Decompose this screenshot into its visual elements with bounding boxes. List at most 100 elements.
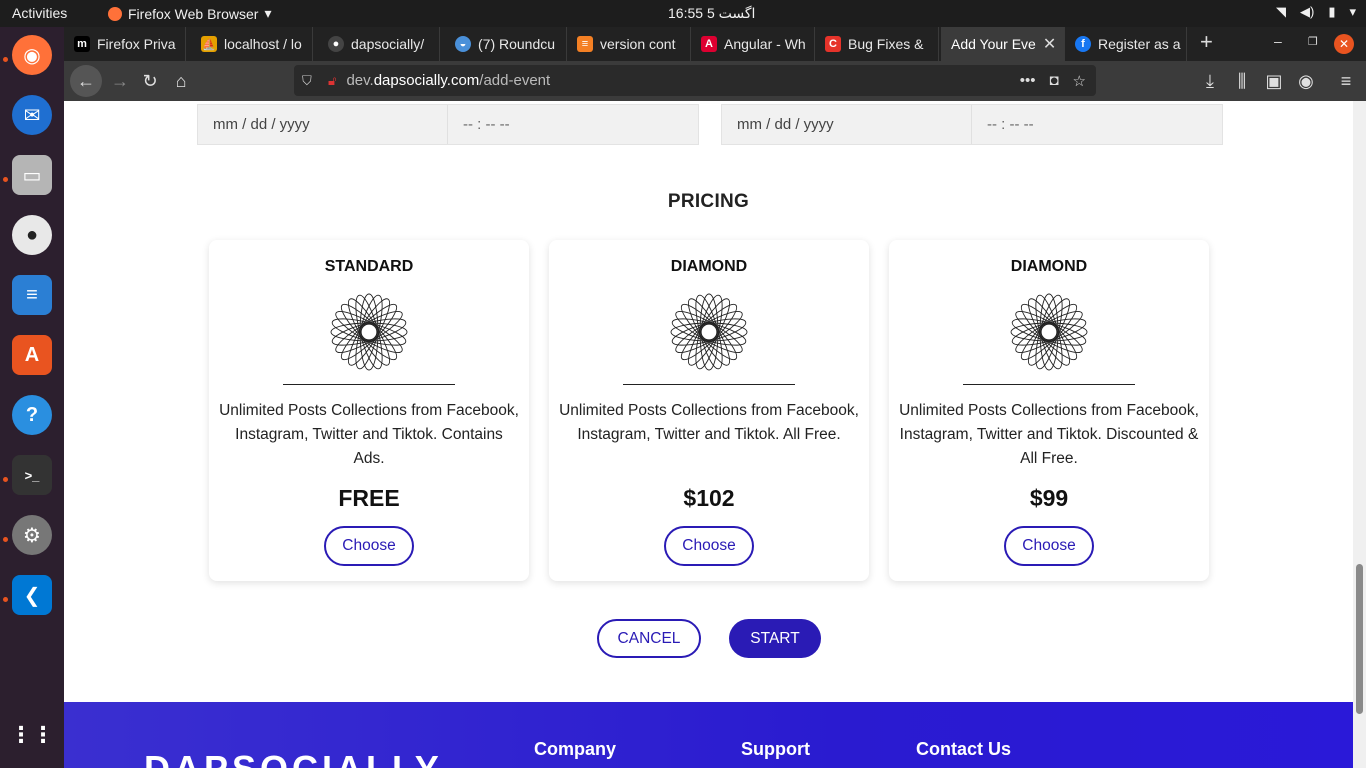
choose-standard-button[interactable]: Choose (324, 526, 414, 566)
page-content: mm / dd / yyyy -- : -- -- mm / dd / yyyy… (64, 101, 1353, 768)
pricing-card-diamond: DIAMOND Unlimited Posts Collections from… (549, 240, 869, 581)
plan-description: Unlimited Posts Collections from Faceboo… (219, 402, 519, 467)
scrollbar-thumb[interactable] (1356, 564, 1363, 714)
pricing-title: PRICING (667, 191, 750, 212)
plan-name: DIAMOND (670, 258, 748, 275)
minimize-icon[interactable]: – (1274, 33, 1282, 49)
firefox-launcher-icon[interactable]: ◉ (12, 35, 52, 75)
footer-heading-support: Support (741, 739, 810, 759)
tab-localhost[interactable]: ⛵ localhost / lo (191, 27, 313, 61)
system-tray[interactable]: ◥ ◀) ▮ ▾ (1276, 4, 1356, 20)
end-datetime-group: mm / dd / yyyy -- : -- -- (721, 104, 1223, 145)
files-launcher-icon[interactable]: ▭ (12, 155, 52, 195)
firefox-icon (108, 6, 122, 21)
choose-diamond-button[interactable]: Choose (664, 526, 754, 566)
terminal-launcher-icon[interactable]: >_ (12, 455, 52, 495)
clickup-icon: C (825, 36, 841, 52)
software-launcher-icon[interactable]: A (12, 335, 52, 375)
plan-price: FREE (338, 485, 400, 511)
plan-description: Unlimited Posts Collections from Faceboo… (899, 402, 1199, 467)
battery-icon: ▮ (1328, 4, 1336, 19)
page-actions-icon[interactable]: ••• (1020, 72, 1036, 90)
plan-price: $102 (683, 485, 735, 511)
activities-button[interactable]: Activities (12, 5, 67, 21)
close-icon[interactable]: ✕ (1043, 34, 1056, 54)
help-launcher-icon[interactable]: ? (12, 395, 52, 435)
divider (963, 384, 1135, 385)
tab-clickup[interactable]: C Bug Fixes & (815, 27, 939, 61)
tab-add-event[interactable]: Add Your Eve ✕ (941, 27, 1065, 61)
volume-icon: ◀) (1299, 4, 1315, 19)
cancel-button[interactable]: CANCEL (597, 619, 701, 658)
vscode-launcher-icon[interactable]: ❮ (12, 575, 52, 615)
spirograph-flower-icon (330, 293, 408, 371)
running-indicator (3, 597, 8, 602)
system-top-bar: Activities Firefox Web Browser ▾ 16:55 ا… (0, 0, 1366, 27)
plan-price: $99 (1029, 485, 1069, 511)
footer-logo[interactable]: DAPSOCIALLY (144, 748, 443, 768)
running-indicator (3, 477, 8, 482)
start-time-input[interactable]: -- : -- -- (448, 105, 698, 144)
firefox-private-icon: m (74, 36, 90, 52)
running-indicator (3, 57, 8, 62)
bookmark-star-icon[interactable]: ☆ (1073, 72, 1086, 90)
footer-heading-company: Company (534, 739, 617, 759)
plan-description: Unlimited Posts Collections from Faceboo… (559, 402, 859, 443)
plan-name: STANDARD (324, 258, 414, 275)
downloads-icon[interactable]: ⤓ (1196, 67, 1224, 95)
hamburger-menu-icon[interactable]: ≡ (1332, 67, 1360, 95)
tracking-shield-icon[interactable]: ⛉ (302, 73, 316, 89)
tab-firefox-private[interactable]: m Firefox Priva (64, 27, 186, 61)
writer-launcher-icon[interactable]: ≡ (12, 275, 52, 315)
tab-bar: m Firefox Priva ⛵ localhost / lo ● dapso… (64, 27, 1366, 61)
account-icon[interactable]: ◉ (1292, 67, 1320, 95)
github-icon: ● (328, 36, 344, 52)
app-menu[interactable]: Firefox Web Browser ▾ (108, 5, 271, 22)
thunderbird-launcher-icon[interactable]: ✉ (12, 95, 52, 135)
running-indicator (3, 177, 8, 182)
new-tab-plus-icon[interactable]: + (1200, 29, 1213, 55)
wifi-icon: ◥ (1275, 4, 1286, 19)
spirograph-flower-icon (670, 293, 748, 371)
tab-facebook[interactable]: f Register as a (1065, 27, 1187, 61)
start-datetime-group: mm / dd / yyyy -- : -- -- (197, 104, 699, 145)
home-icon[interactable]: ⌂ (167, 67, 195, 95)
chevron-down-icon: ▾ (264, 5, 272, 21)
show-apps-icon[interactable]: ⋮⋮ (10, 715, 54, 755)
insecure-lock-icon[interactable]: 🔓︎ (328, 73, 336, 89)
start-date-input[interactable]: mm / dd / yyyy (198, 105, 448, 144)
restore-icon[interactable]: ❐ (1308, 35, 1318, 48)
rhythmbox-launcher-icon[interactable]: ● (12, 215, 52, 255)
tab-angular[interactable]: A Angular - Wh (691, 27, 815, 61)
close-window-icon[interactable]: ✕ (1334, 34, 1354, 54)
clock[interactable]: 16:55 اگست 5 (668, 5, 755, 22)
tab-github[interactable]: ● dapsocially/ (318, 27, 440, 61)
end-time-input[interactable]: -- : -- -- (972, 105, 1222, 144)
running-indicator (3, 537, 8, 542)
tab-stackoverflow[interactable]: ≡ version cont (567, 27, 691, 61)
settings-launcher-icon[interactable]: ⚙ (12, 515, 52, 555)
site-footer: DAPSOCIALLY Company Support Contact Us (64, 702, 1353, 768)
start-button[interactable]: START (729, 619, 821, 658)
spirograph-flower-icon (1010, 293, 1088, 371)
sidebar-icon[interactable]: ▣ (1260, 67, 1288, 95)
divider (283, 384, 455, 385)
library-icon[interactable]: ⫼ (1228, 67, 1256, 95)
url-bar[interactable]: ⛉ 🔓︎ dev.dapsocially.com/add-event ••• ◘… (294, 65, 1096, 96)
tab-roundcube[interactable]: ◒ (7) Roundcu (445, 27, 567, 61)
dock: ◉ ✉ ▭ ● ≡ A ? >_ ⚙ ❮ ⋮⋮ (0, 27, 64, 768)
pocket-icon[interactable]: ◘ (1049, 72, 1058, 90)
reload-icon[interactable]: ↻ (136, 67, 164, 95)
chevron-down-icon: ▾ (1349, 4, 1356, 19)
footer-heading-contact: Contact Us (916, 739, 1012, 759)
choose-diamond-discounted-button[interactable]: Choose (1004, 526, 1094, 566)
url-text: dev.dapsocially.com/add-event (346, 72, 551, 89)
back-arrow-icon[interactable]: ← (70, 65, 102, 97)
end-date-input[interactable]: mm / dd / yyyy (722, 105, 972, 144)
pricing-card-standard: STANDARD Unlimited Posts Collections fro… (209, 240, 529, 581)
page-scrollbar[interactable] (1353, 101, 1366, 768)
facebook-icon: f (1075, 36, 1091, 52)
divider (623, 384, 795, 385)
phpmyadmin-icon: ⛵ (201, 36, 217, 52)
forward-arrow-icon[interactable]: → (106, 67, 134, 95)
